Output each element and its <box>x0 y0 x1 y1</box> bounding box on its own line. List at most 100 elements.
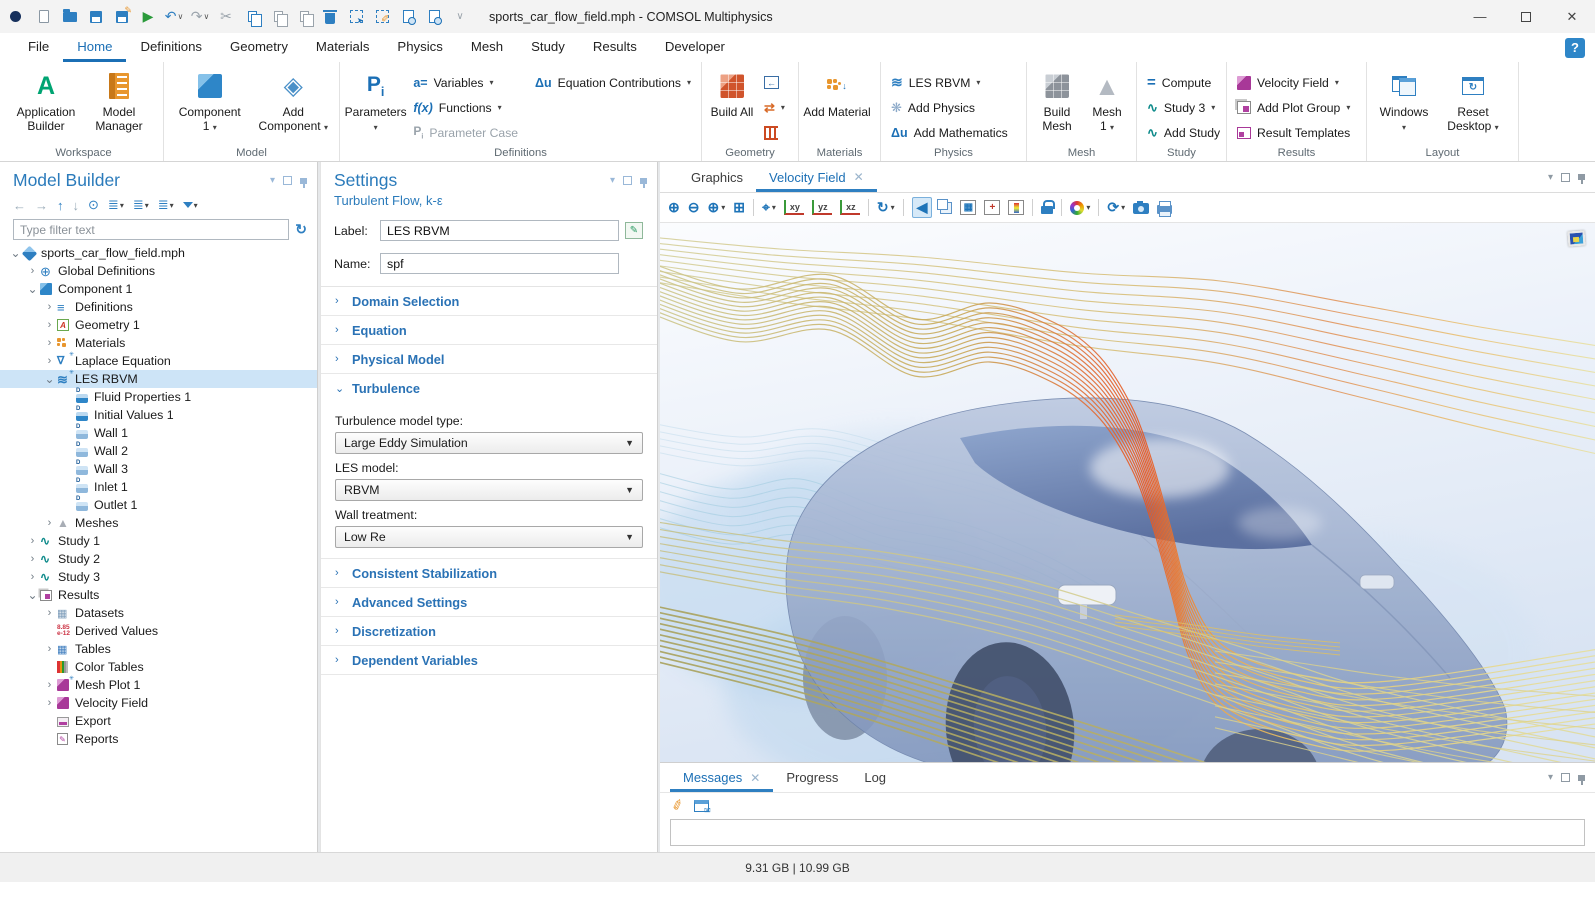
mesh-1-button[interactable]: ▲ Mesh1 ▾ <box>1083 66 1131 135</box>
tree-item-fluid-properties-1[interactable]: Fluid Properties 1 <box>0 388 317 406</box>
back-button[interactable]: ← <box>13 198 26 213</box>
tree-item-root[interactable]: ⌄sports_car_flow_field.mph <box>0 244 317 262</box>
zoom-box-button[interactable]: ⊕▾ <box>707 199 725 216</box>
show-hide-button[interactable]: ⊙ <box>88 197 99 213</box>
import-geometry-button[interactable]: ← <box>758 70 791 95</box>
menu-study[interactable]: Study <box>517 33 579 62</box>
copy-button[interactable] <box>239 6 265 28</box>
close-tab-icon[interactable]: ✕ <box>854 170 864 184</box>
panel-menu-icon[interactable]: ▾ <box>1548 172 1553 183</box>
panel-menu-icon[interactable]: ▾ <box>610 175 615 186</box>
tree-item-study-3[interactable]: ›∿Study 3 <box>0 568 317 586</box>
update-plot-button[interactable]: ⟳▾ <box>1107 199 1125 216</box>
save-button[interactable] <box>83 6 109 28</box>
section-equation[interactable]: ›Equation <box>321 316 657 345</box>
menu-mesh[interactable]: Mesh <box>457 33 517 62</box>
rebuild-button[interactable]: ⇄▾ <box>758 95 791 120</box>
tree-item-export[interactable]: Export <box>0 712 317 730</box>
expand-chevron[interactable]: ⌄ <box>25 282 40 296</box>
tree-item-mesh-plot-1[interactable]: ›✳Mesh Plot 1 <box>0 676 317 694</box>
model-tree-nodes-button[interactable]: ≣▾ <box>158 197 174 213</box>
clear-messages-icon[interactable]: ✐ <box>669 796 686 816</box>
help-button[interactable]: ? <box>1565 38 1585 58</box>
panel-pin-icon[interactable] <box>640 178 647 184</box>
view-yz-button[interactable]: yz <box>812 200 832 215</box>
clear-selection-button[interactable] <box>369 6 395 28</box>
show-axes-button[interactable]: + <box>984 200 1000 215</box>
panel-float-icon[interactable] <box>1561 773 1570 782</box>
tree-item-inlet-1[interactable]: Inlet 1 <box>0 478 317 496</box>
minimize-button[interactable]: — <box>1457 0 1503 33</box>
collapse-chevron[interactable]: › <box>42 355 57 367</box>
section-advanced-settings[interactable]: ›Advanced Settings <box>321 588 657 617</box>
equation-contributions-button[interactable]: ΔuEquation Contributions▾ <box>529 70 697 95</box>
duplicate-button[interactable] <box>291 6 317 28</box>
tree-item-initial-values-1[interactable]: Initial Values 1 <box>0 406 317 424</box>
tree-item-color-tables[interactable]: Color Tables <box>0 658 317 676</box>
name-input[interactable] <box>380 253 619 274</box>
application-builder-button[interactable]: A Application Builder <box>8 66 84 133</box>
section-physical-model[interactable]: ›Physical Model <box>321 345 657 374</box>
study-3-button[interactable]: ∿Study 3▾ <box>1141 95 1222 120</box>
filter-button[interactable]: ▾ <box>183 201 198 210</box>
menu-developer[interactable]: Developer <box>651 33 739 62</box>
section-dependent-variables[interactable]: ›Dependent Variables <box>321 646 657 675</box>
move-down-button[interactable]: ↓ <box>73 198 80 213</box>
collapse-chevron[interactable]: › <box>42 679 57 691</box>
rename-button[interactable]: ✎ <box>625 222 643 239</box>
tree-item-laplace-equation[interactable]: ›∇✳Laplace Equation <box>0 352 317 370</box>
variables-button[interactable]: a=Variables▾ <box>407 70 529 95</box>
message-window-icon[interactable] <box>694 800 709 812</box>
les-model-select[interactable]: RBVM▼ <box>335 479 643 501</box>
panel-pin-icon[interactable] <box>300 178 307 184</box>
tree-item-datasets[interactable]: ›▦Datasets <box>0 604 317 622</box>
collapse-chevron[interactable]: › <box>25 265 40 277</box>
functions-button[interactable]: f(x)Functions▾ <box>407 95 529 120</box>
tree-item-definitions[interactable]: ›≡Definitions <box>0 298 317 316</box>
snapshot-button[interactable] <box>1133 201 1149 214</box>
compute-button[interactable]: =Compute <box>1141 70 1222 95</box>
filter-input[interactable] <box>13 219 289 240</box>
menu-results[interactable]: Results <box>579 33 651 62</box>
tab-log[interactable]: Log <box>851 763 899 792</box>
section-discretization[interactable]: ›Discretization <box>321 617 657 646</box>
tree-item-tables[interactable]: ›▦Tables <box>0 640 317 658</box>
expand-chevron[interactable]: ⌄ <box>25 588 40 602</box>
panel-float-icon[interactable] <box>623 176 632 185</box>
collapse-chevron[interactable]: › <box>42 643 57 655</box>
panel-float-icon[interactable] <box>283 176 292 185</box>
close-button[interactable]: ✕ <box>1549 0 1595 33</box>
forward-button[interactable]: → <box>35 198 48 213</box>
maximize-button[interactable] <box>1503 0 1549 33</box>
tree-item-global-definitions[interactable]: ›⊕Global Definitions <box>0 262 317 280</box>
customize-toolbar-button[interactable]: ∨ <box>447 6 473 28</box>
panel-float-icon[interactable] <box>1561 173 1570 182</box>
build-all-button[interactable]: Build All <box>706 66 758 119</box>
undo-button[interactable]: ↶∨ <box>161 6 187 28</box>
label-input[interactable] <box>380 220 619 241</box>
zoom-extents-button[interactable]: ⊞ <box>733 199 745 216</box>
menu-physics[interactable]: Physics <box>383 33 456 62</box>
collapse-chevron[interactable]: › <box>25 553 40 565</box>
reset-desktop-button[interactable]: ↻ Reset Desktop ▾ <box>1437 66 1509 135</box>
go-to-view-button[interactable]: ⌖▾ <box>762 199 776 216</box>
tree-item-les-rbvm[interactable]: ⌄≋✳LES RBVM <box>0 370 317 388</box>
wall-treatment-select[interactable]: Low Re▼ <box>335 526 643 548</box>
add-material-button[interactable]: ↓ Add Material <box>803 66 871 119</box>
select-box-button[interactable] <box>343 6 369 28</box>
tree-item-results[interactable]: ⌄Results <box>0 586 317 604</box>
delete-button[interactable] <box>317 6 343 28</box>
print-button[interactable] <box>1157 201 1172 214</box>
tree-item-wall-2[interactable]: Wall 2 <box>0 442 317 460</box>
tree-item-wall-1[interactable]: Wall 1 <box>0 424 317 442</box>
zoom-out-button[interactable]: ⊖ <box>688 199 700 216</box>
paste-button[interactable] <box>265 6 291 28</box>
collapse-chevron[interactable]: › <box>42 319 57 331</box>
panel-pin-icon[interactable] <box>1578 775 1585 781</box>
menu-file[interactable]: File <box>14 33 63 62</box>
panel-pin-icon[interactable] <box>1578 174 1585 180</box>
zoom-in-button[interactable]: ⊕ <box>668 199 680 216</box>
section-turbulence[interactable]: ⌄Turbulence <box>321 374 657 403</box>
new-file-button[interactable] <box>31 6 57 28</box>
menu-definitions[interactable]: Definitions <box>126 33 216 62</box>
